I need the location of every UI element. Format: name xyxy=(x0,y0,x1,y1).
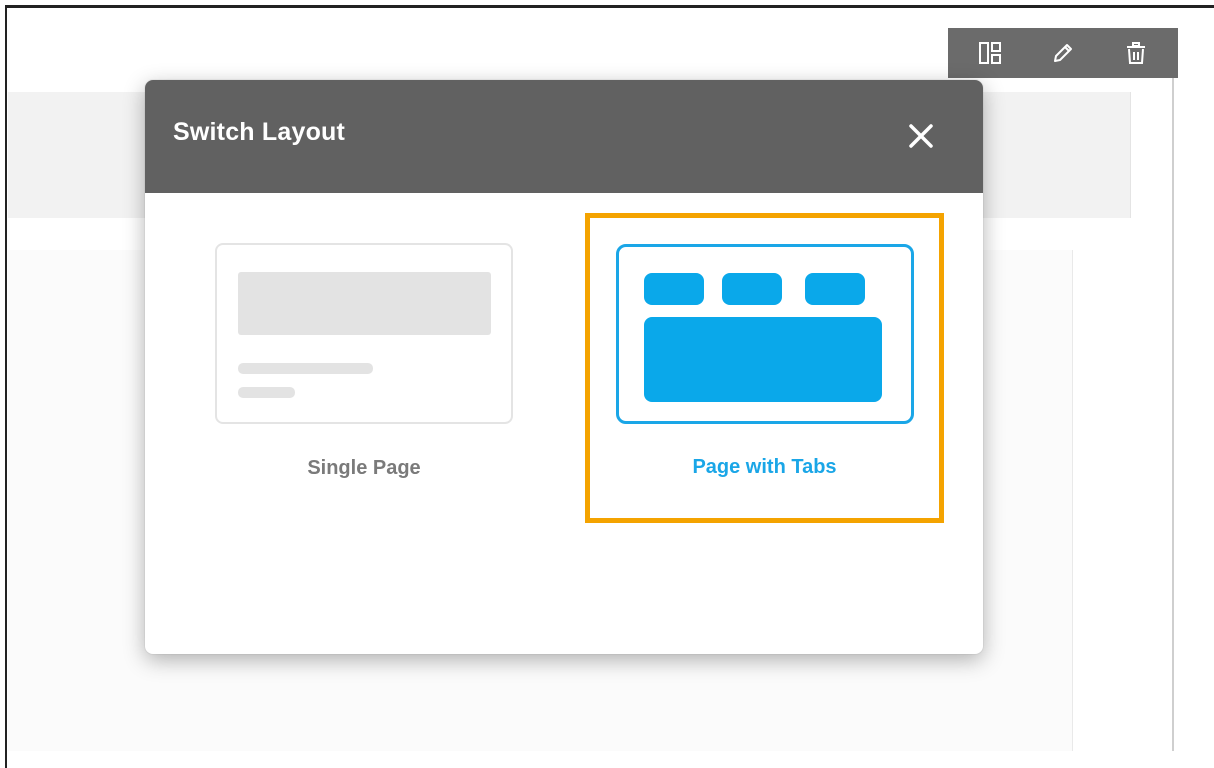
delete-button[interactable] xyxy=(1116,33,1156,73)
page-with-tabs-thumbnail xyxy=(616,244,914,424)
switch-layout-dialog: Switch Layout Single Page Page with Tabs xyxy=(145,80,983,654)
close-icon xyxy=(909,124,933,148)
content-edge xyxy=(1172,28,1174,751)
close-button[interactable] xyxy=(897,112,945,160)
thumbnail-tab-body xyxy=(644,317,882,402)
widget-toolbar xyxy=(948,28,1178,78)
single-page-thumbnail xyxy=(215,243,513,424)
layout-icon xyxy=(979,42,1002,64)
trash-icon xyxy=(1126,42,1145,64)
thumbnail-tab xyxy=(644,273,704,305)
thumbnail-content-block xyxy=(238,272,491,335)
thumbnail-tab xyxy=(805,273,865,305)
edit-button[interactable] xyxy=(1043,33,1083,73)
thumbnail-text-line xyxy=(238,387,295,398)
layout-option-page-with-tabs[interactable]: Page with Tabs xyxy=(585,213,944,523)
page-with-tabs-label: Page with Tabs xyxy=(692,456,837,478)
switch-layout-button[interactable] xyxy=(970,33,1010,73)
pencil-icon xyxy=(1053,44,1072,62)
single-page-label: Single Page xyxy=(307,457,421,479)
thumbnail-text-line xyxy=(238,363,373,374)
thumbnail-tab xyxy=(722,273,782,305)
dialog-title: Switch Layout xyxy=(173,118,346,146)
dialog-header: Switch Layout xyxy=(145,80,983,193)
layout-option-single-page[interactable]: Single Page xyxy=(215,243,513,480)
